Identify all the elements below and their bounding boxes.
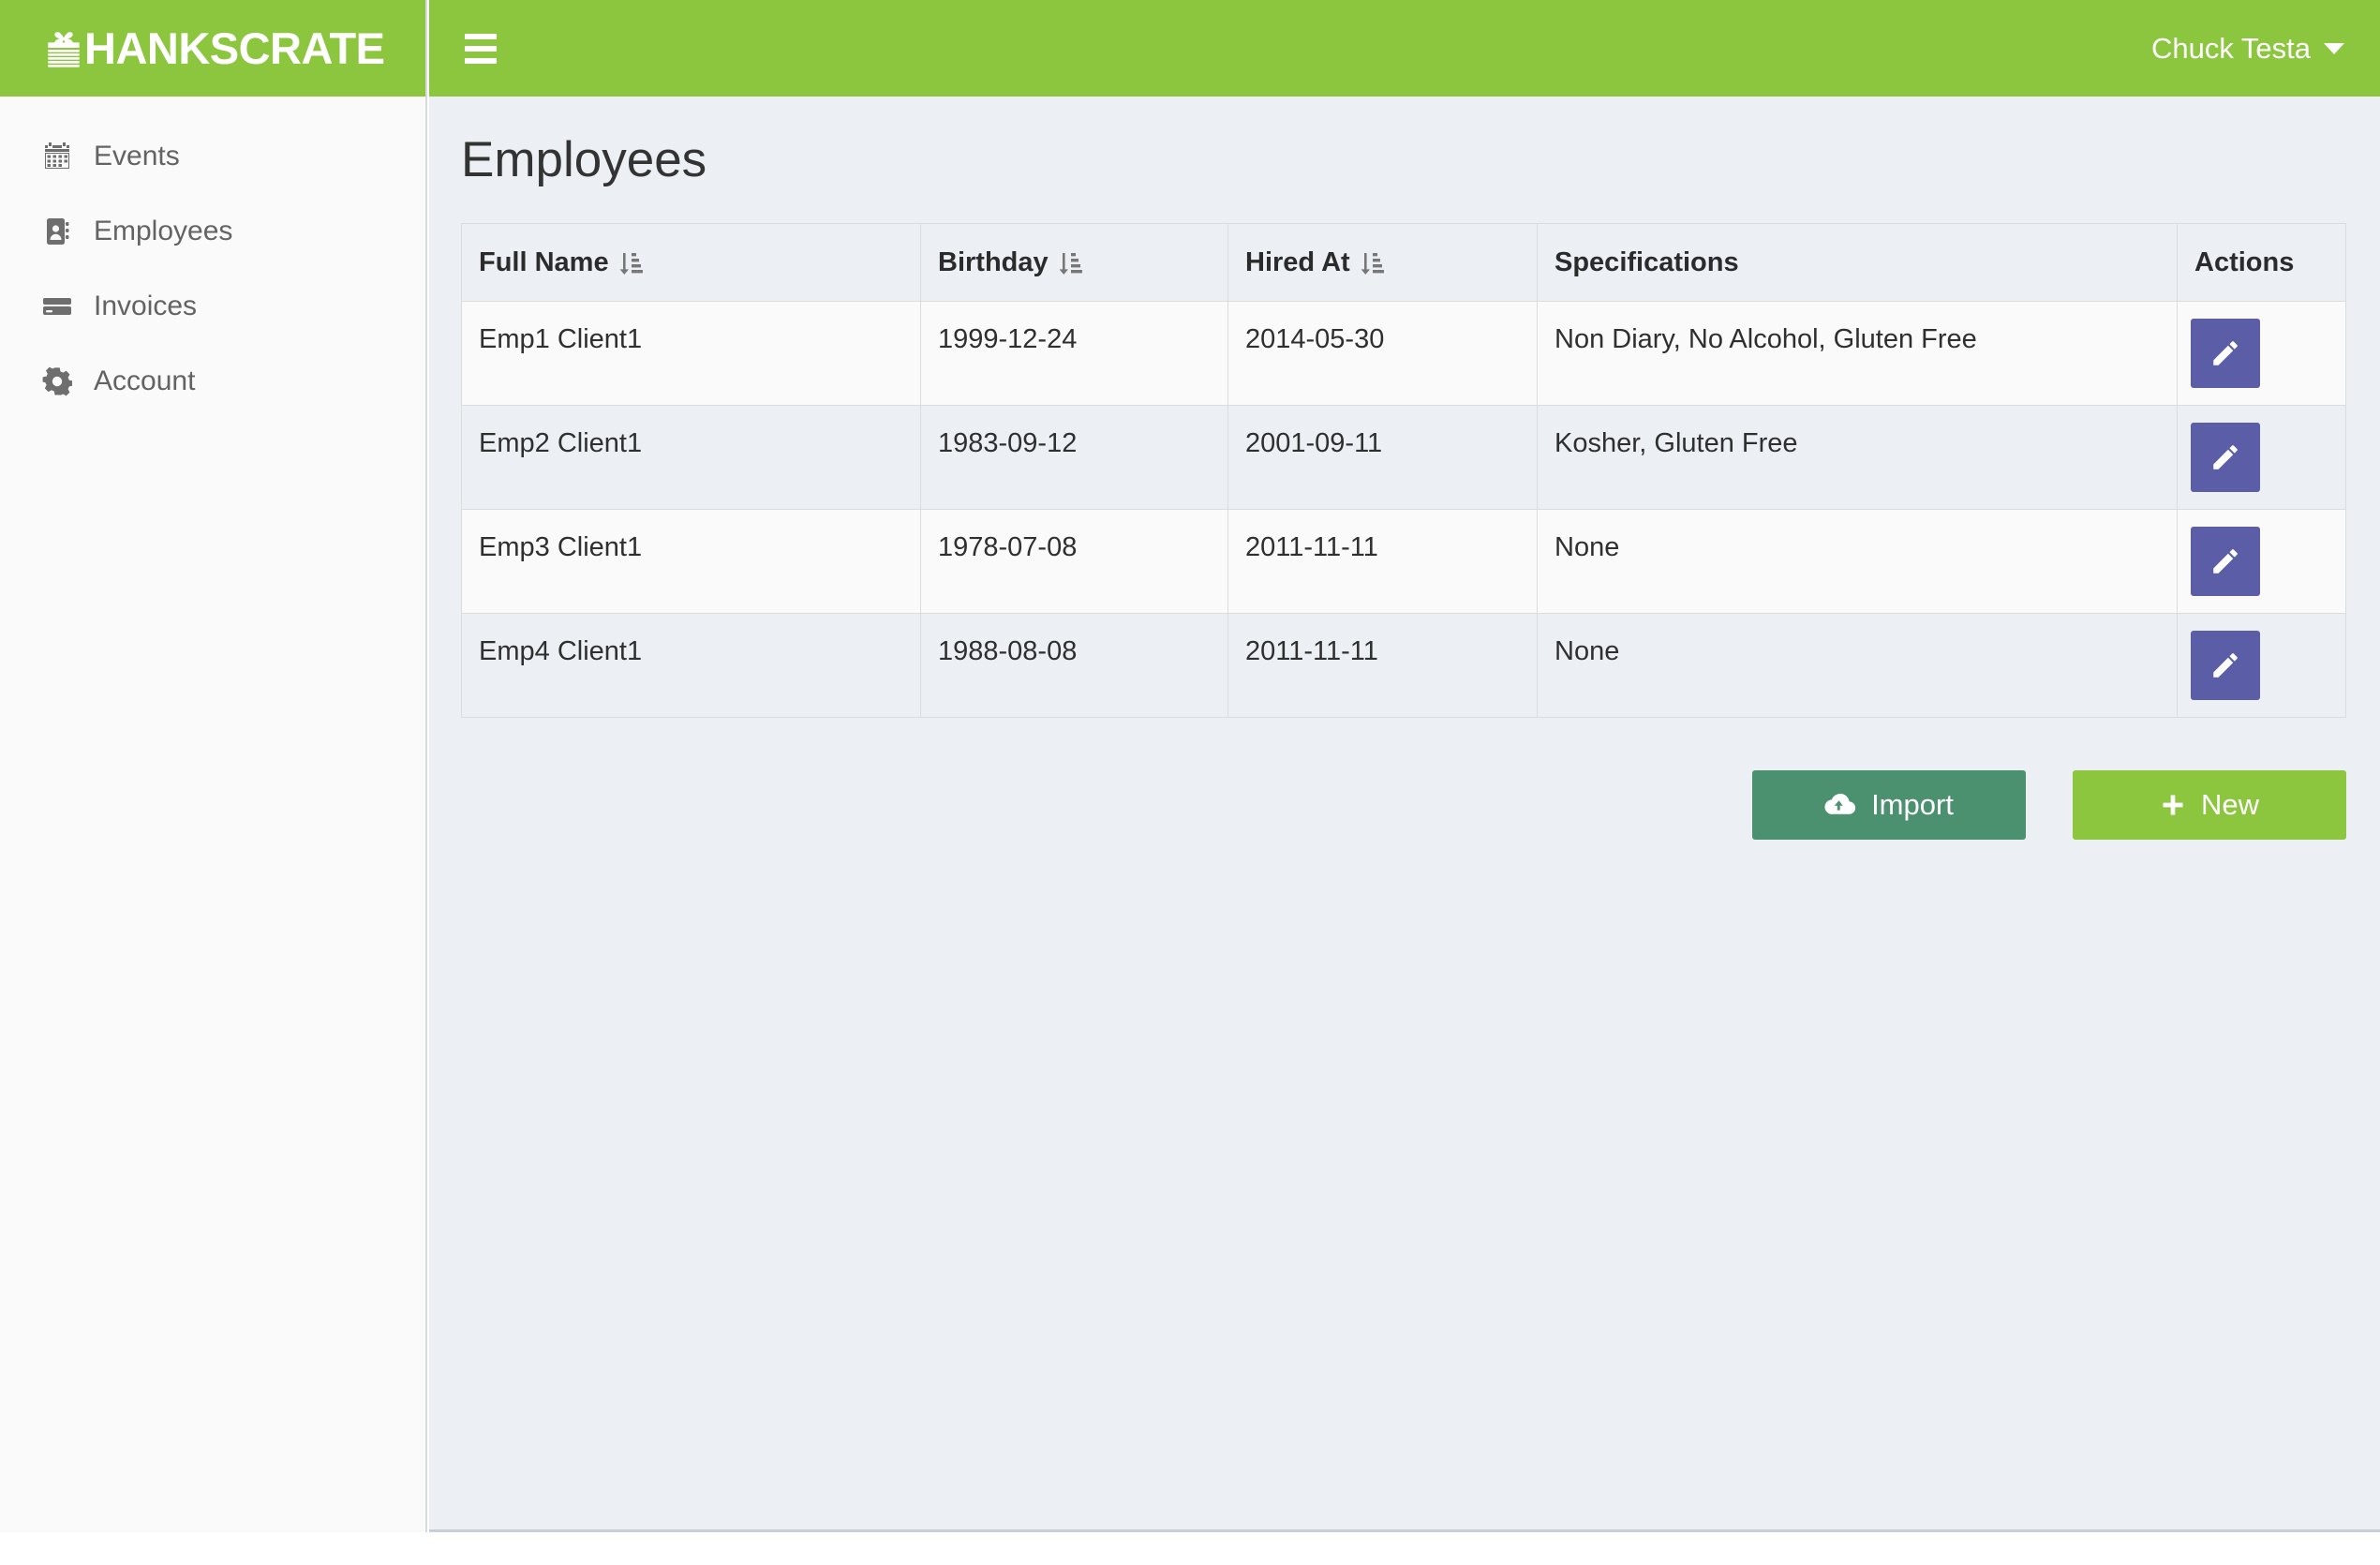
address-book-icon (41, 216, 73, 247)
hamburger-icon[interactable] (465, 30, 502, 67)
column-label: Actions (2194, 247, 2295, 278)
cell-actions (2177, 405, 2346, 511)
table-row: Emp2 Client1 1983-09-12 2001-09-11 Koshe… (461, 405, 2346, 511)
pencil-icon (2213, 653, 2238, 678)
cell-hired-at: 2001-09-11 (1227, 405, 1538, 511)
sidebar-nav: Events Employees Invoices Account (0, 97, 425, 419)
hamburger-bar (465, 45, 497, 52)
app-root: HANKSCRATE Events Employees Invoices Acc… (0, 0, 2380, 1565)
import-button-label: Import (1871, 788, 1954, 822)
sidebar-item-employees[interactable]: Employees (0, 194, 425, 269)
cloud-upload-icon (1824, 794, 1856, 815)
cell-birthday: 1978-07-08 (920, 509, 1228, 615)
table-row: Emp1 Client1 1999-12-24 2014-05-30 Non D… (461, 301, 2346, 407)
cell-hired-at: 2011-11-11 (1227, 613, 1538, 718)
cell-full-name: Emp4 Client1 (461, 613, 921, 718)
edit-button[interactable] (2191, 423, 2260, 493)
cell-birthday: 1999-12-24 (920, 301, 1228, 407)
import-button[interactable]: Import (1752, 770, 2026, 841)
sidebar-item-label: Events (94, 141, 180, 171)
brand-logo[interactable]: HANKSCRATE (0, 0, 425, 97)
cell-specifications: Non Diary, No Alcohol, Gluten Free (1537, 301, 2178, 407)
top-navbar: Chuck Testa (429, 0, 2380, 97)
credit-card-icon (41, 291, 73, 322)
cell-birthday: 1983-09-12 (920, 405, 1228, 511)
sort-amount-down-icon (619, 252, 643, 275)
pencil-icon (2213, 549, 2238, 574)
table-header: Full Name Birthday Hired At Specificatio… (461, 223, 2346, 303)
cell-actions (2177, 509, 2346, 615)
cell-full-name: Emp2 Client1 (461, 405, 921, 511)
column-label: Specifications (1554, 247, 1739, 278)
brand-name: HANKSCRATE (84, 23, 385, 73)
cell-hired-at: 2011-11-11 (1227, 509, 1538, 615)
cell-actions (2177, 301, 2346, 407)
new-button[interactable]: New (2073, 770, 2346, 841)
column-header-full-name[interactable]: Full Name (461, 223, 921, 303)
caret-down-icon (2324, 42, 2344, 54)
cell-specifications: Kosher, Gluten Free (1537, 405, 2178, 511)
cell-full-name: Emp1 Client1 (461, 301, 921, 407)
pencil-icon (2213, 445, 2238, 470)
new-button-label: New (2200, 788, 2259, 822)
sidebar-item-invoices[interactable]: Invoices (0, 269, 425, 344)
sidebar-item-label: Employees (94, 216, 233, 246)
main-content: Employees Full Name Birthday Hired At Sp… (429, 97, 2380, 1532)
gift-icon (48, 31, 80, 67)
column-header-actions: Actions (2177, 223, 2346, 303)
sidebar: HANKSCRATE Events Employees Invoices Acc… (0, 0, 427, 1532)
cell-specifications: None (1537, 613, 2178, 718)
sidebar-item-label: Account (94, 365, 196, 396)
cell-hired-at: 2014-05-30 (1227, 301, 1538, 407)
sort-amount-down-icon (1059, 252, 1082, 275)
cell-birthday: 1988-08-08 (920, 613, 1228, 718)
hamburger-bar (465, 33, 497, 39)
gear-icon (41, 365, 73, 397)
page-title: Employees (461, 132, 707, 187)
sidebar-item-account[interactable]: Account (0, 344, 425, 419)
sidebar-item-events[interactable]: Events (0, 119, 425, 194)
hamburger-bar (465, 57, 497, 64)
edit-button[interactable] (2191, 319, 2260, 389)
column-label: Birthday (938, 247, 1049, 278)
column-label: Hired At (1245, 247, 1350, 278)
column-header-specifications: Specifications (1537, 223, 2178, 303)
user-menu[interactable]: Chuck Testa (2151, 34, 2344, 63)
pencil-icon (2213, 341, 2238, 365)
calendar-icon (41, 141, 73, 172)
edit-button[interactable] (2191, 527, 2260, 597)
cell-full-name: Emp3 Client1 (461, 509, 921, 615)
table-body: Emp1 Client1 1999-12-24 2014-05-30 Non D… (461, 301, 2346, 718)
column-label: Full Name (479, 247, 609, 278)
user-name-label: Chuck Testa (2150, 32, 2311, 65)
table-header-row: Full Name Birthday Hired At Specificatio… (461, 223, 2346, 303)
column-header-birthday[interactable]: Birthday (920, 223, 1228, 303)
plus-icon (2163, 795, 2183, 815)
table-row: Emp4 Client1 1988-08-08 2011-11-11 None (461, 613, 2346, 718)
cell-actions (2177, 613, 2346, 718)
edit-button[interactable] (2191, 631, 2260, 701)
employees-table-container: Full Name Birthday Hired At Specificatio… (461, 223, 2346, 719)
employees-table: Full Name Birthday Hired At Specificatio… (461, 223, 2346, 719)
sidebar-item-label: Invoices (94, 291, 198, 321)
table-row: Emp3 Client1 1978-07-08 2011-11-11 None (461, 509, 2346, 615)
column-header-hired-at[interactable]: Hired At (1227, 223, 1538, 303)
cell-specifications: None (1537, 509, 2178, 615)
sort-amount-down-icon (1361, 252, 1384, 275)
table-actions-bar: Import New (429, 770, 2346, 841)
